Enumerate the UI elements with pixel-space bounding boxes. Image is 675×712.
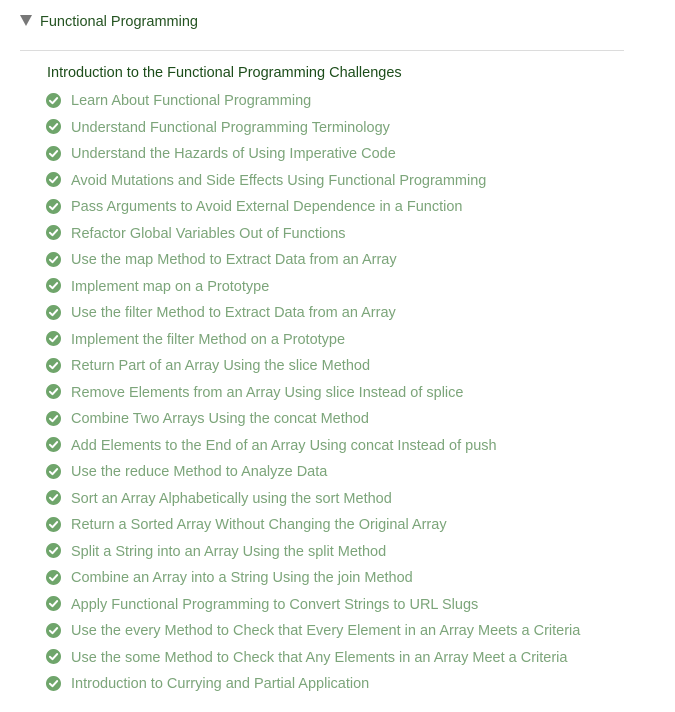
challenge-label: Implement the filter Method on a Prototy… [71, 331, 346, 348]
check-circle-icon [46, 225, 61, 241]
challenge-item[interactable]: Refactor Global Variables Out of Functio… [46, 221, 580, 248]
challenge-label: Sort an Array Alphabetically using the s… [71, 490, 392, 507]
section-title: Functional Programming [40, 14, 198, 30]
challenge-label: Understand the Hazards of Using Imperati… [71, 146, 396, 163]
challenge-item[interactable]: Understand Functional Programming Termin… [46, 115, 580, 142]
check-circle-icon [46, 384, 61, 400]
check-circle-icon [46, 410, 61, 426]
challenge-item[interactable]: Implement the filter Method on a Prototy… [46, 327, 580, 354]
challenge-item[interactable]: Use the filter Method to Extract Data fr… [46, 300, 580, 327]
challenge-label: Avoid Mutations and Side Effects Using F… [71, 172, 487, 189]
challenge-item[interactable]: Learn About Functional Programming [46, 88, 580, 115]
challenge-item[interactable]: Use the reduce Method to Analyze Data [46, 459, 580, 486]
challenge-item[interactable]: Pass Arguments to Avoid External Depende… [46, 194, 580, 221]
check-circle-icon [46, 198, 61, 214]
challenge-label: Use the reduce Method to Analyze Data [71, 464, 328, 481]
challenge-label: Use the filter Method to Extract Data fr… [71, 305, 396, 322]
challenge-label: Introduction to Currying and Partial App… [71, 676, 370, 693]
challenge-label: Remove Elements from an Array Using slic… [71, 384, 464, 401]
check-circle-icon [46, 463, 61, 479]
challenge-label: Apply Functional Programming to Convert … [71, 596, 479, 613]
challenge-item[interactable]: Apply Functional Programming to Convert … [46, 592, 580, 619]
challenge-item[interactable]: Use the some Method to Check that Any El… [46, 645, 580, 672]
challenge-item[interactable]: Remove Elements from an Array Using slic… [46, 380, 580, 407]
check-circle-icon [46, 331, 61, 347]
check-circle-icon [46, 437, 61, 453]
challenge-label: Combine Two Arrays Using the concat Meth… [71, 411, 369, 428]
challenge-item[interactable]: Use the map Method to Extract Data from … [46, 247, 580, 274]
check-circle-icon [46, 649, 61, 665]
check-circle-icon [46, 622, 61, 638]
check-circle-icon [46, 516, 61, 532]
challenge-item[interactable]: Avoid Mutations and Side Effects Using F… [46, 168, 580, 195]
check-circle-icon [46, 543, 61, 559]
check-circle-icon [46, 304, 61, 320]
section-divider [20, 50, 624, 51]
challenge-item[interactable]: Return a Sorted Array Without Changing t… [46, 512, 580, 539]
challenge-label: Learn About Functional Programming [71, 93, 312, 110]
section-header-functional-programming[interactable]: Functional Programming [20, 11, 198, 33]
check-circle-icon [46, 596, 61, 612]
challenge-label: Use the some Method to Check that Any El… [71, 649, 568, 666]
challenge-item[interactable]: Return Part of an Array Using the slice … [46, 353, 580, 380]
challenge-label: Split a String into an Array Using the s… [71, 543, 387, 560]
challenge-item[interactable]: Use the every Method to Check that Every… [46, 618, 580, 645]
challenge-item[interactable]: Combine Two Arrays Using the concat Meth… [46, 406, 580, 433]
challenge-label: Return a Sorted Array Without Changing t… [71, 517, 447, 534]
check-circle-icon [46, 251, 61, 267]
challenge-label: Understand Functional Programming Termin… [71, 119, 390, 136]
challenge-list: Learn About Functional Programming Unders… [46, 88, 580, 698]
check-circle-icon [46, 172, 61, 188]
check-circle-icon [46, 278, 61, 294]
check-circle-icon [46, 145, 61, 161]
challenge-item[interactable]: Understand the Hazards of Using Imperati… [46, 141, 580, 168]
check-circle-icon [46, 357, 61, 373]
check-circle-icon [46, 119, 61, 135]
challenge-item[interactable]: Split a String into an Array Using the s… [46, 539, 580, 566]
triangle-down-icon [20, 15, 32, 26]
check-circle-icon [46, 490, 61, 506]
check-circle-icon [46, 675, 61, 691]
challenge-label: Return Part of an Array Using the slice … [71, 358, 371, 375]
challenge-item[interactable]: Combine an Array into a String Using the… [46, 565, 580, 592]
challenge-label: Use the map Method to Extract Data from … [71, 252, 397, 269]
check-circle-icon [46, 92, 61, 108]
challenge-label: Refactor Global Variables Out of Functio… [71, 225, 346, 242]
intro-challenges-link[interactable]: Introduction to the Functional Programmi… [47, 65, 402, 81]
challenge-item[interactable]: Implement map on a Prototype [46, 274, 580, 301]
challenge-label: Use the every Method to Check that Every… [71, 623, 581, 640]
challenge-label: Pass Arguments to Avoid External Depende… [71, 199, 463, 216]
challenge-label: Implement map on a Prototype [71, 278, 270, 295]
challenge-item[interactable]: Sort an Array Alphabetically using the s… [46, 486, 580, 513]
challenge-item[interactable]: Introduction to Currying and Partial App… [46, 671, 580, 698]
challenge-label: Add Elements to the End of an Array Usin… [71, 437, 497, 454]
check-circle-icon [46, 569, 61, 585]
challenge-label: Combine an Array into a String Using the… [71, 570, 413, 587]
challenge-item[interactable]: Add Elements to the End of an Array Usin… [46, 433, 580, 460]
